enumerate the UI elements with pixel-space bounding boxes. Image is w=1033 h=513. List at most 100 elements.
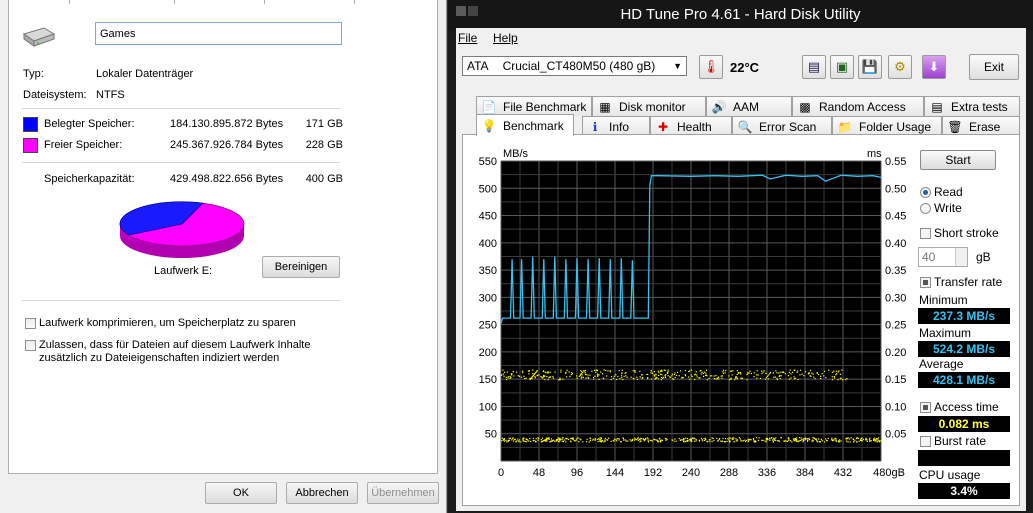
- menu-help[interactable]: Help: [493, 31, 518, 45]
- index-checkbox[interactable]: [25, 340, 36, 351]
- access-time-checkbox[interactable]: [920, 402, 931, 413]
- thermometer-icon[interactable]: 🌡: [699, 55, 723, 79]
- drive-name-input[interactable]: [95, 22, 342, 45]
- magnifier-icon: 🔍: [737, 119, 753, 134]
- short-stroke-checkbox[interactable]: [920, 228, 931, 239]
- access-time-point: [807, 373, 810, 375]
- copy-text-icon[interactable]: ▤: [802, 55, 826, 79]
- access-time-point: [624, 372, 626, 374]
- y-right-tick-label: 0.55: [885, 156, 906, 168]
- tab-random-access[interactable]: ▩ Random Access: [792, 96, 924, 116]
- access-time-point: [594, 438, 597, 440]
- access-time-point: [787, 375, 790, 377]
- tab-health[interactable]: ✚ Health: [650, 116, 732, 136]
- access-time-point: [518, 375, 520, 377]
- access-time-point: [706, 379, 709, 381]
- access-time-point: [722, 372, 725, 374]
- access-time-point: [831, 437, 833, 439]
- usage-pie-chart: [119, 201, 245, 258]
- access-time-point: [845, 379, 847, 381]
- random-access-icon: ▩: [799, 99, 811, 114]
- start-button[interactable]: Start: [920, 150, 996, 170]
- access-time-point: [788, 371, 790, 374]
- tab-file-benchmark[interactable]: 📄 File Benchmark: [476, 96, 592, 116]
- tab-error-scan[interactable]: 🔍 Error Scan: [732, 116, 832, 136]
- access-time-point: [558, 438, 560, 440]
- tab-benchmark[interactable]: 💡 Benchmark: [476, 114, 574, 136]
- options-icon[interactable]: ⚙: [888, 55, 912, 79]
- burst-rate-value: [918, 450, 1010, 466]
- access-time-point: [507, 376, 509, 378]
- write-radio[interactable]: [920, 203, 931, 214]
- used-space-swatch: [23, 117, 38, 132]
- access-time-point: [594, 439, 596, 441]
- access-time-point: [717, 439, 719, 442]
- access-time-point: [720, 375, 722, 377]
- menu-file[interactable]: File: [458, 31, 477, 45]
- transfer-rate-checkbox[interactable]: [920, 277, 931, 288]
- access-time-point: [576, 377, 578, 379]
- access-time-point: [753, 439, 755, 441]
- average-label: Average: [919, 357, 964, 371]
- download-icon[interactable]: ⬇: [922, 55, 946, 79]
- access-time-point: [538, 374, 540, 376]
- access-time-point: [586, 438, 588, 440]
- tab-extra-tests[interactable]: ▤ Extra tests: [924, 96, 1020, 116]
- file-benchmark-icon: 📄: [481, 99, 497, 114]
- exit-button[interactable]: Exit: [969, 54, 1019, 80]
- access-time-point: [806, 438, 808, 440]
- access-time-point: [528, 373, 530, 375]
- apply-button[interactable]: Übernehmen: [367, 482, 439, 504]
- access-time-point: [613, 438, 616, 440]
- access-time-point: [700, 370, 702, 372]
- ok-button[interactable]: OK: [205, 482, 277, 504]
- access-time-point: [658, 437, 661, 439]
- access-time-point: [576, 437, 578, 440]
- access-time-point: [769, 437, 771, 439]
- access-time-point: [620, 441, 622, 443]
- access-time-point: [753, 376, 755, 378]
- access-time-point: [735, 440, 737, 442]
- access-time-point: [749, 370, 751, 372]
- average-value: 428.1 MB/s: [918, 372, 1010, 388]
- access-time-point: [876, 441, 878, 443]
- access-time-point: [506, 441, 508, 443]
- access-time-point: [679, 370, 682, 372]
- health-cross-icon: ✚: [657, 119, 669, 134]
- access-time-point: [807, 439, 809, 441]
- access-time-point: [779, 377, 781, 380]
- cleanup-button[interactable]: Bereinigen: [262, 256, 340, 278]
- cancel-button[interactable]: Abbrechen: [286, 482, 358, 504]
- tab-info[interactable]: ℹ Info: [582, 116, 650, 136]
- access-time-point: [667, 371, 669, 373]
- access-time-point: [653, 374, 655, 376]
- access-time-point: [675, 374, 678, 377]
- access-time-point: [690, 369, 693, 371]
- access-time-point: [523, 375, 525, 377]
- access-time-point: [596, 374, 599, 376]
- save-icon[interactable]: 💾: [858, 55, 882, 79]
- burst-rate-checkbox[interactable]: [920, 436, 931, 447]
- tab-disk-monitor[interactable]: ▦ Disk monitor: [592, 96, 706, 116]
- short-stroke-spinner[interactable]: 40: [918, 247, 968, 267]
- y-left-tick-label: 450: [479, 211, 497, 223]
- read-radio[interactable]: [920, 187, 931, 198]
- spinner-arrows-icon[interactable]: [955, 248, 967, 266]
- access-time-point: [767, 378, 769, 380]
- hdtune-window: HD Tune Pro 4.61 - Hard Disk Utility Fil…: [448, 0, 1033, 513]
- minimum-label: Minimum: [919, 293, 968, 307]
- access-time-point: [568, 371, 570, 373]
- drive-select[interactable]: ATA Crucial_CT480M50 (480 gB) ▼: [462, 56, 687, 76]
- tab-folder-usage[interactable]: 📁 Folder Usage: [832, 116, 942, 136]
- drive-letter-label: Laufwerk E:: [154, 265, 213, 277]
- access-time-point: [518, 439, 521, 441]
- access-time-point: [861, 437, 863, 440]
- access-time-point: [848, 438, 850, 440]
- tab-aam[interactable]: 🔊 AAM: [706, 96, 792, 116]
- access-time-point: [685, 440, 687, 443]
- compress-checkbox[interactable]: [25, 318, 36, 329]
- tab-erase[interactable]: 🗑 Erase: [942, 116, 1020, 136]
- disk-monitor-icon: ▦: [599, 99, 611, 114]
- access-time-point: [667, 375, 669, 377]
- copy-screenshot-icon[interactable]: ▣: [830, 55, 854, 79]
